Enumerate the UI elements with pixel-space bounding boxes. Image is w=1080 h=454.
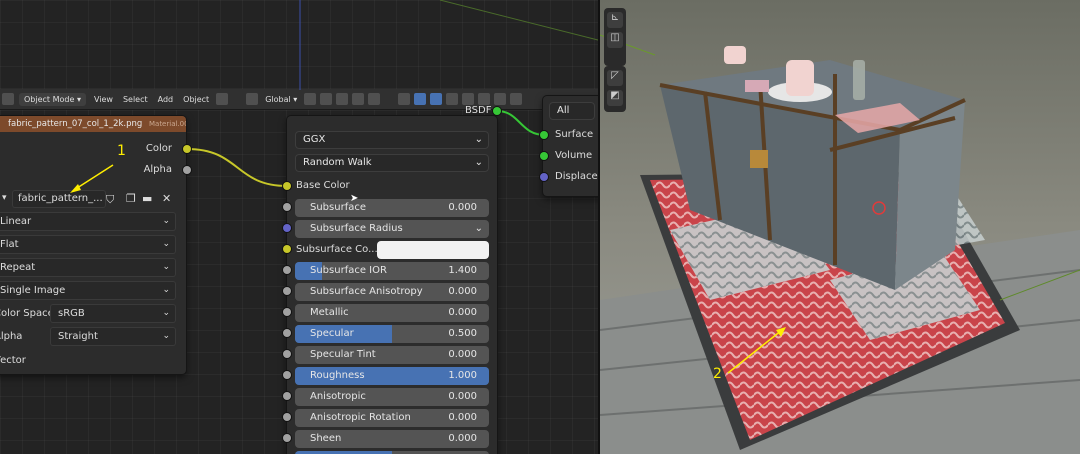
bsdf-row-value: 0.500 [448, 328, 477, 339]
bsdf-row-name: Subsurface [310, 202, 366, 213]
roughness-socket[interactable] [283, 371, 291, 379]
node-editor[interactable]: Object Mode ▾ View Select Add Object Glo… [0, 0, 598, 454]
bsdf-row-name: Sheen [310, 433, 342, 444]
subsurface-method-value: Random Walk [303, 157, 372, 168]
bsdf-output-socket[interactable] [493, 107, 501, 115]
output-target-dropdown[interactable]: All [549, 102, 595, 120]
bsdf-row-name: Subsurface IOR [310, 265, 387, 276]
specular-socket[interactable] [283, 329, 291, 337]
bsdf-row-name: Specular [310, 328, 354, 339]
subsurface-radius-dropdown[interactable]: Subsurface Radius ⌄ [295, 220, 489, 238]
bsdf-row-value: 0.000 [448, 202, 477, 213]
bsdf-row-name: Roughness [310, 370, 365, 381]
bsdf-row-name: Subsurface Anisotropy [310, 286, 423, 297]
bsdf-row-roughness[interactable]: Roughness 1.000 [295, 367, 489, 385]
shear-tool-icon[interactable]: ◸ [607, 70, 623, 86]
principled-bsdf-node[interactable]: GGX ⌄ Random Walk ⌄ Base Color Subsurface 0… [287, 116, 497, 454]
3d-viewport[interactable]: ⊾ ◫ ◸ ◩ 2 [600, 0, 1080, 454]
bsdf-row-value: 0.000 [448, 433, 477, 444]
output-target-value: All [557, 105, 570, 116]
bsdf-row-metallic[interactable]: Metallic 0.000 [295, 304, 489, 322]
distribution-value: GGX [303, 134, 326, 145]
metallic-socket[interactable] [283, 308, 291, 316]
base-color-label: Base Color [296, 180, 350, 191]
bsdf-row-sheen[interactable]: Sheen 0.000 [295, 430, 489, 448]
viewport-toolbar-upper: ⊾ ◫ [604, 8, 626, 66]
distribution-dropdown[interactable]: GGX ⌄ [295, 131, 489, 149]
subsurface-radius-label: Subsurface Radius [310, 223, 403, 234]
displacement-input-label: Displace [555, 171, 598, 182]
annotation-1: 1 [117, 143, 126, 159]
bsdf-output-label: BSDF [465, 105, 492, 116]
bsdf-row-anisotropic-rotation[interactable]: Anisotropic Rotation 0.000 [295, 409, 489, 427]
bsdf-row-name: Anisotropic Rotation [310, 412, 411, 423]
bsdf-row-name: Metallic [310, 307, 349, 318]
sheen-socket[interactable] [283, 434, 291, 442]
subsurface-radius-socket[interactable] [283, 224, 291, 232]
subsurface-socket[interactable] [283, 203, 291, 211]
material-output-node[interactable]: All Surface Volume Displace [543, 96, 598, 196]
bsdf-row-value: 0.000 [448, 286, 477, 297]
subsurface-color-socket[interactable] [283, 245, 291, 253]
annotation-2: 2 [713, 366, 722, 382]
volume-input-label: Volume [555, 150, 593, 161]
bsdf-row-subsurface-anisotropy[interactable]: Subsurface Anisotropy 0.000 [295, 283, 489, 301]
soap [745, 80, 769, 92]
subsurface-color-label: Subsurface Co... [296, 244, 378, 255]
add-cube-icon[interactable]: ◫ [607, 32, 623, 48]
anisotropic-socket[interactable] [283, 392, 291, 400]
candle-large [786, 60, 814, 96]
specular-tint-socket[interactable] [283, 350, 291, 358]
bsdf-row-value: 0.000 [448, 391, 477, 402]
subsurface-anisotropy-socket[interactable] [283, 287, 291, 295]
bsdf-row-value: 0.000 [448, 349, 477, 360]
bsdf-row-value: 1.400 [448, 265, 477, 276]
subsurface-ior-socket[interactable] [283, 266, 291, 274]
viewport-scene [600, 0, 1080, 454]
bsdf-row-anisotropic[interactable]: Anisotropic 0.000 [295, 388, 489, 406]
viewport-toolbar-lower: ◸ ◩ [604, 66, 626, 112]
bsdf-row-name: Anisotropic [310, 391, 366, 402]
displacement-input-socket[interactable] [540, 173, 548, 181]
candle-small [724, 46, 746, 64]
bsdf-row-specular-tint[interactable]: Specular Tint 0.000 [295, 346, 489, 364]
base-color-socket[interactable] [283, 182, 291, 190]
bsdf-row-subsurface-ior[interactable]: Subsurface IOR 1.400 [295, 262, 489, 280]
bsdf-row-value: 0.000 [448, 307, 477, 318]
bottle [853, 60, 865, 100]
bsdf-row-value: 0.000 [448, 412, 477, 423]
measure-tool-icon[interactable]: ⊾ [607, 12, 623, 28]
subsurface-color-swatch[interactable] [377, 241, 489, 259]
chest-lock [750, 150, 768, 168]
bsdf-row-subsurface[interactable]: Subsurface 0.000 [295, 199, 489, 217]
bsdf-row-specular[interactable]: Specular 0.500 [295, 325, 489, 343]
surface-input-socket[interactable] [540, 131, 548, 139]
subsurface-method-dropdown[interactable]: Random Walk ⌄ [295, 154, 489, 172]
surface-input-label: Surface [555, 129, 594, 140]
bsdf-row-value: 1.000 [448, 370, 477, 381]
bsdf-row-name: Specular Tint [310, 349, 376, 360]
anisotropic-rotation-socket[interactable] [283, 413, 291, 421]
volume-input-socket[interactable] [540, 152, 548, 160]
scale-cage-icon[interactable]: ◩ [607, 90, 623, 106]
